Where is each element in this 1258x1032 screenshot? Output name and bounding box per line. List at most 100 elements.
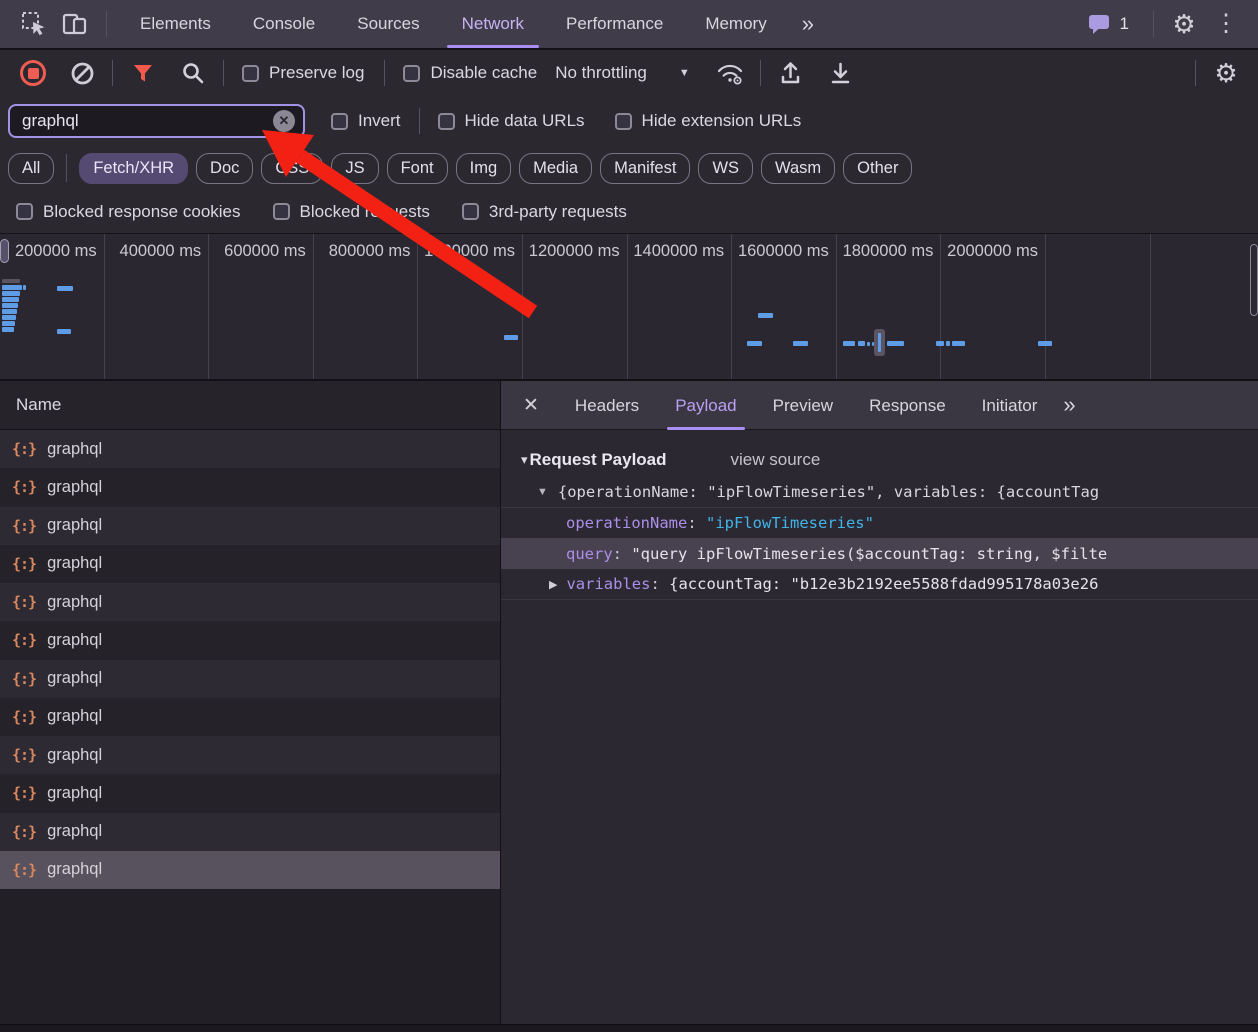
request-row[interactable]: {:} graphql [0,851,500,889]
property-key: query [566,545,613,563]
network-settings-gear-icon[interactable]: ⚙ [1206,53,1246,93]
preserve-log-checkbox[interactable] [242,65,259,82]
tab-initiator[interactable]: Initiator [964,381,1056,430]
network-conditions-icon[interactable] [710,53,750,93]
throttling-caret-icon[interactable]: ▼ [679,67,690,79]
blocked-cookies-checkbox[interactable] [16,203,33,220]
request-row[interactable]: {:} graphql [0,545,500,583]
json-icon: {:} [12,478,36,496]
tab-headers[interactable]: Headers [557,381,657,430]
search-icon[interactable] [173,53,213,93]
chip-other[interactable]: Other [843,153,912,184]
tab-network[interactable]: Network [441,0,545,48]
json-icon: {:} [12,555,36,573]
payload-row-query-selected[interactable]: query: "query ipFlowTimeseries($accountT… [501,538,1258,569]
section-collapse-icon[interactable]: ▾ [521,452,528,468]
filter-input[interactable] [14,111,273,131]
name-column-header[interactable]: Name [0,381,500,430]
overview-handle-right[interactable] [1250,244,1258,316]
throttling-select[interactable]: No throttling [555,63,647,83]
preserve-log-label[interactable]: Preserve log [269,63,364,83]
chip-js[interactable]: JS [331,153,378,184]
payload-row-operation-name[interactable]: operationName: "ipFlowTimeseries" [501,507,1258,538]
hide-data-urls-checkbox[interactable] [438,113,455,130]
view-source-link[interactable]: view source [731,450,821,470]
issues-message-icon[interactable] [1084,4,1114,44]
tab-sources[interactable]: Sources [336,0,440,48]
waterfall-bar [867,342,870,346]
disable-cache-checkbox[interactable] [403,65,420,82]
record-network-log-icon[interactable] [20,60,46,86]
waterfall-bar [793,341,808,346]
chip-font[interactable]: Font [387,153,448,184]
devtools-main-tabbar: Elements Console Sources Network Perform… [0,0,1258,50]
waterfall-bar [887,341,904,346]
request-row[interactable]: {:} graphql [0,430,500,468]
invert-checkbox[interactable] [331,113,348,130]
waterfall-bar [2,303,18,308]
chip-all[interactable]: All [8,153,54,184]
blocked-requests-checkbox[interactable] [273,203,290,220]
payload-root-row[interactable]: ▼ {operationName: "ipFlowTimeseries", va… [501,476,1258,507]
request-row[interactable]: {:} graphql [0,583,500,621]
import-har-icon[interactable] [771,53,811,93]
request-row[interactable]: {:} graphql [0,468,500,506]
hide-extension-urls-label[interactable]: Hide extension URLs [642,111,802,131]
tab-payload[interactable]: Payload [657,381,754,430]
waterfall-bar [23,285,26,290]
tab-memory[interactable]: Memory [684,0,787,48]
advanced-filter-row: Blocked response cookies Blocked request… [0,190,1258,233]
issues-count[interactable]: 1 [1120,14,1129,34]
export-har-icon[interactable] [821,53,861,93]
chip-ws[interactable]: WS [698,153,753,184]
waterfall-bar [878,333,881,352]
inspect-element-icon[interactable] [14,4,54,44]
third-party-label[interactable]: 3rd-party requests [489,202,627,222]
close-panel-icon[interactable]: ✕ [501,394,557,417]
device-toolbar-icon[interactable] [54,4,94,44]
chip-css[interactable]: CSS [261,153,323,184]
request-row[interactable]: {:} graphql [0,774,500,812]
chip-fetch-xhr[interactable]: Fetch/XHR [79,153,188,184]
settings-gear-icon[interactable]: ⚙ [1164,4,1204,44]
tab-console[interactable]: Console [232,0,336,48]
request-row[interactable]: {:} graphql [0,660,500,698]
chip-manifest[interactable]: Manifest [600,153,690,184]
hide-extension-urls-checkbox[interactable] [615,113,632,130]
tab-performance[interactable]: Performance [545,0,684,48]
invert-label[interactable]: Invert [358,111,401,131]
blocked-requests-label[interactable]: Blocked requests [300,202,430,222]
more-tabs-icon[interactable]: » [788,11,828,37]
chip-doc[interactable]: Doc [196,153,253,184]
key-separator: : [613,545,632,563]
clear-network-log-icon[interactable] [62,53,102,93]
request-name: graphql [47,516,102,535]
tab-elements[interactable]: Elements [119,0,232,48]
third-party-checkbox[interactable] [462,203,479,220]
more-detail-tabs-icon[interactable]: » [1055,392,1083,418]
overview-gridline-cell: 600000 ms [209,234,314,379]
chip-media[interactable]: Media [519,153,592,184]
overview-tick-label: 2000000 ms [947,242,1038,261]
request-row[interactable]: {:} graphql [0,698,500,736]
request-name: graphql [47,593,102,612]
chip-img[interactable]: Img [456,153,512,184]
payload-row-variables[interactable]: ▶variables: {accountTag: "b12e3b2192ee55… [501,569,1258,600]
request-name: graphql [47,860,102,879]
hide-data-urls-label[interactable]: Hide data URLs [465,111,585,131]
tab-response[interactable]: Response [851,381,964,430]
blocked-cookies-label[interactable]: Blocked response cookies [43,202,241,222]
request-row[interactable]: {:} graphql [0,507,500,545]
clear-filter-icon[interactable]: ✕ [273,110,295,132]
filter-funnel-icon[interactable] [123,53,163,93]
disable-cache-label[interactable]: Disable cache [430,63,537,83]
kebab-menu-icon[interactable]: ⋮ [1204,12,1248,36]
tab-preview[interactable]: Preview [755,381,851,430]
request-row[interactable]: {:} graphql [0,736,500,774]
name-column-label: Name [16,395,61,415]
chip-wasm[interactable]: Wasm [761,153,835,184]
request-row[interactable]: {:} graphql [0,621,500,659]
overview-gridline-cell: 800000 ms [314,234,419,379]
network-overview-timeline[interactable]: 200000 ms400000 ms600000 ms800000 ms1000… [0,233,1258,381]
request-row[interactable]: {:} graphql [0,813,500,851]
